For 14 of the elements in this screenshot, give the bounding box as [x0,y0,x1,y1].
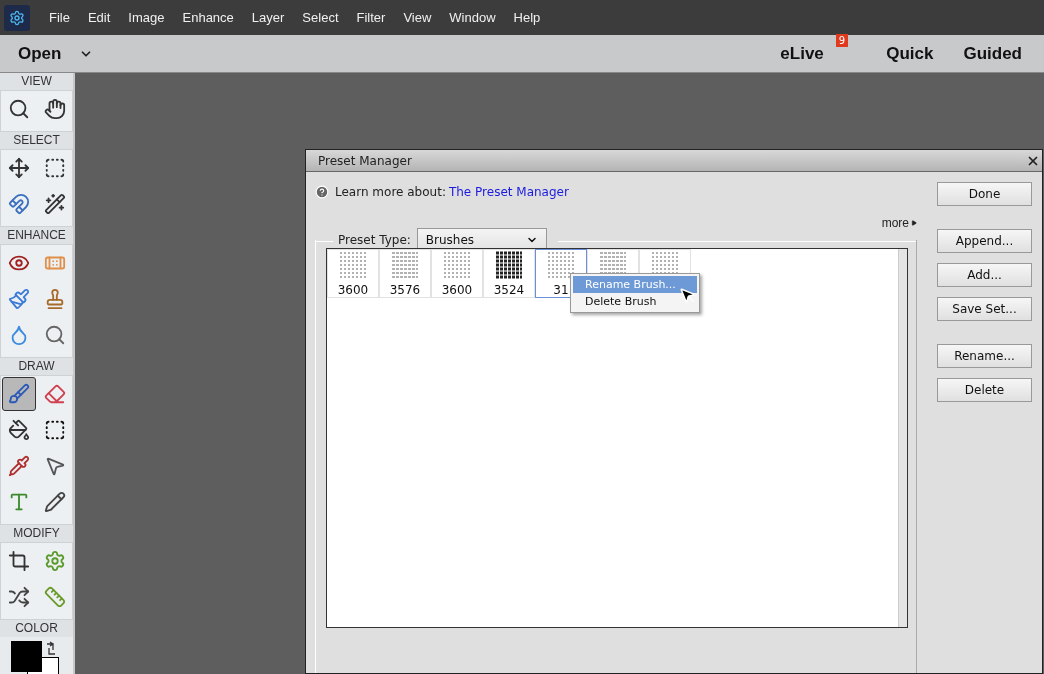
preset-type-label: Preset Type: [338,233,411,247]
section-label: DRAW [0,358,73,375]
section-label: SELECT [0,132,73,149]
brush-size-label: 3600 [441,283,473,297]
brush-size-label: 31 [553,283,569,297]
brush-size-label: 3524 [493,283,525,297]
help-text: Learn more about: [335,185,446,199]
brush-size-label: 3600 [337,283,369,297]
dialog-title: Preset Manager [318,153,412,168]
section-label: ENHANCE [0,227,73,244]
section-label: MODIFY [0,525,73,542]
section-label: VIEW [0,73,73,90]
brush-size-label: 3576 [389,283,421,297]
section-label: COLOR [0,620,73,637]
